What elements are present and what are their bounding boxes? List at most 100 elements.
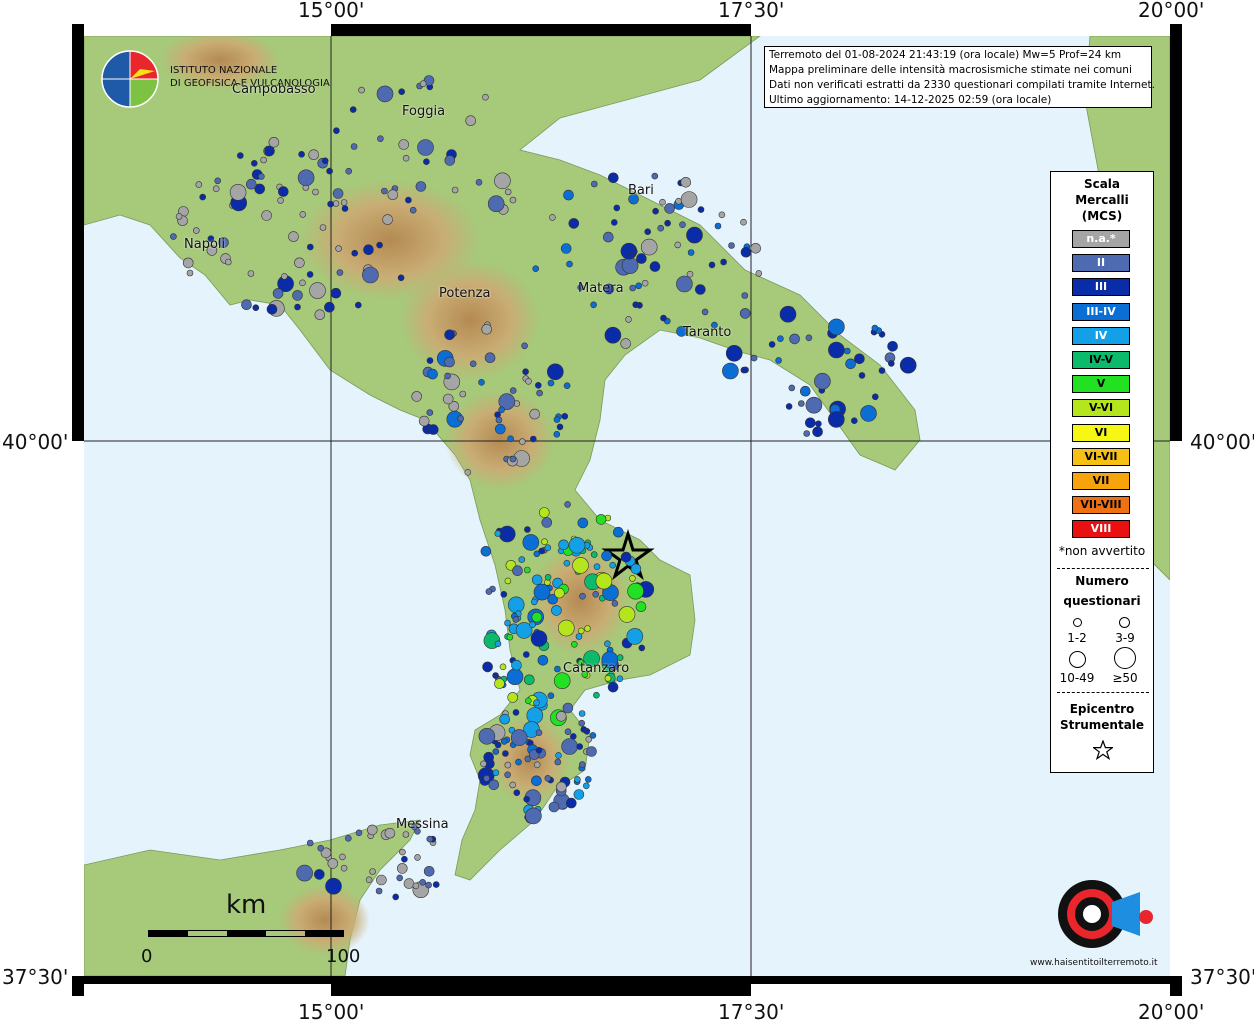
intensity-point [629,284,637,292]
intensity-point [618,606,636,623]
size-label-1-2: 1-2 [1067,631,1087,645]
intensity-point [554,587,565,599]
legend-epi-title1: Epicentro [1069,702,1135,716]
intensity-point [504,771,511,779]
intensity-point [495,416,503,424]
intensity-point [593,563,601,571]
intensity-point [554,665,561,673]
intensity-point [325,877,342,895]
intensity-point [725,344,743,362]
intensity-point [576,743,584,750]
intensity-point [426,409,434,416]
intensity-point [214,177,221,185]
intensity-point [351,249,359,257]
size-circle-1-2 [1073,618,1082,627]
intensity-point [611,600,619,607]
intensity-point [327,858,339,869]
intensity-point [638,644,646,652]
intensity-point [482,661,493,673]
intensity-point [815,420,822,428]
intensity-point [241,299,252,311]
intensity-point [828,318,845,336]
intensity-point [288,231,299,242]
intensity-point [544,544,552,552]
intensity-point [193,227,200,234]
intensity-point [186,269,194,277]
intensity-point [775,357,782,364]
intensity-point [526,707,544,724]
intensity-point [397,274,405,282]
coord-left-37-30: 37°30' [2,965,69,989]
intensity-point [827,411,845,428]
intensity-point [272,288,284,299]
intensity-point [533,699,540,707]
intensity-point [522,368,529,376]
intensity-point [494,678,505,689]
intensity-point [381,187,388,195]
size-circle-3-9 [1119,617,1130,628]
intensity-point [679,221,686,228]
intensity-point [572,557,589,574]
intensity-point [533,583,551,601]
intensity-point [314,309,326,321]
intensity-point [299,279,306,287]
size-circle-10-49 [1069,651,1086,668]
intensity-point [339,853,346,861]
intensity-point [277,186,289,197]
intensity-point [777,335,784,343]
intensity-point [384,827,396,839]
intensity-point [858,372,866,379]
intensity-point [419,80,427,87]
mcs-item: II [1072,254,1130,273]
intensity-points [170,75,917,901]
intensity-point [720,258,727,266]
intensity-point [504,619,511,627]
haisentito-logo-icon [1058,880,1153,948]
intensity-point [595,514,607,525]
intensity-point [402,154,410,162]
intensity-point [398,139,410,150]
intensity-point [525,377,532,385]
intensity-point [442,393,454,405]
intensity-point [592,590,600,598]
intensity-point [512,709,520,716]
intensity-point [584,776,592,783]
intensity-point [563,559,571,567]
mcs-item: IV [1072,326,1130,345]
intensity-point [561,412,569,420]
frame-segment [84,24,331,36]
intensity-point [376,874,387,886]
intensity-point [565,797,577,809]
intensity-point [277,197,284,204]
intensity-point [602,231,614,243]
intensity-point [789,333,800,345]
intensity-point [299,211,307,218]
intensity-point [415,181,427,192]
city-label-potenza: Potenza [439,286,491,301]
intensity-point [544,573,552,581]
intensity-point [481,323,493,335]
mcs-item: III [1072,278,1130,297]
intensity-point [533,761,541,769]
intensity-point [365,876,373,884]
intensity-point [609,561,617,569]
intensity-point [387,189,399,200]
intensity-point [326,167,333,175]
intensity-point [595,572,613,590]
intensity-point [686,270,694,278]
intensity-point [504,188,512,196]
intensity-point [568,536,586,554]
intensity-point [701,308,709,316]
intensity-point [570,640,578,648]
haisentito-logo[interactable]: www.haisentitoilterremoto.it [1030,862,1158,972]
intensity-point [499,663,507,671]
mcs-item: n.a.* [1072,230,1130,248]
intensity-point [444,155,456,166]
intensity-point [482,93,489,101]
intensity-point [535,729,543,737]
frame-segment [751,24,1170,36]
intensity-point [541,517,553,528]
intensity-point [860,405,877,422]
intensity-point [589,732,597,739]
intensity-point [332,200,340,207]
